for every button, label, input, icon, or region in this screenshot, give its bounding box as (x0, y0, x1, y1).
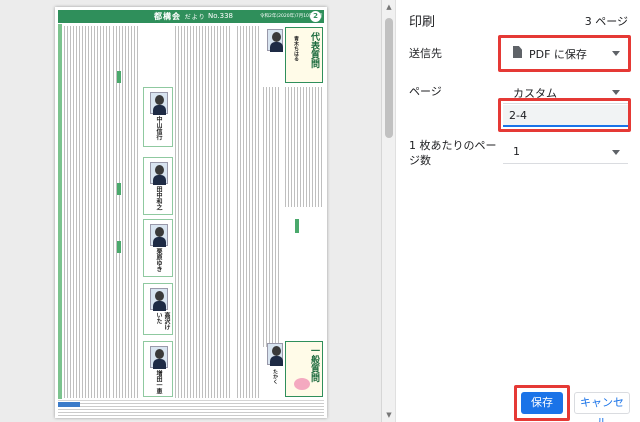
pages-per-sheet-value: 1 (513, 145, 520, 158)
newsletter-footer (58, 400, 324, 416)
preview-page: 都構会 だより No.338 令和2年(2020年)7月10日発行 2 中山信行… (55, 7, 327, 418)
text-column (285, 87, 323, 207)
speaker-name: 栗原ゆき (155, 248, 162, 272)
text-column (263, 87, 281, 347)
text-column (64, 26, 110, 398)
section-heading-box: 一般質問 (285, 341, 323, 397)
newsletter-page-number: 2 (310, 11, 321, 22)
speaker-name: たかく (272, 369, 278, 384)
section-heading: 代表質問 (309, 32, 319, 68)
save-button[interactable]: 保存 (521, 392, 563, 414)
text-column (237, 26, 259, 398)
speaker-name: 田中和之 (155, 186, 162, 210)
pages-per-sheet-select[interactable]: 1 (503, 140, 628, 164)
dropdown-arrow-icon (612, 90, 620, 95)
speaker-name: 増田一恵 (155, 370, 162, 394)
pig-mascot-icon (294, 378, 310, 390)
newsletter-title: 都構会 だより (154, 12, 206, 21)
speaker-name: 高沢けいた (155, 312, 170, 330)
preview-scrollbar[interactable]: ▲ ▼ (382, 0, 396, 422)
scroll-up-arrow-icon[interactable]: ▲ (384, 2, 394, 12)
text-column (175, 26, 231, 398)
speaker-photo (150, 92, 168, 115)
pages-label: ページ (409, 85, 442, 98)
speaker-card: 田中和之 (143, 157, 173, 215)
caption-strip (117, 71, 121, 83)
scroll-down-arrow-icon[interactable]: ▼ (384, 410, 394, 420)
footer-tag (58, 402, 80, 407)
speaker-photo (150, 346, 168, 369)
destination-highlight-box (498, 35, 631, 72)
dropdown-arrow-icon (612, 150, 620, 155)
scroll-thumb[interactable] (385, 18, 393, 138)
speaker-card: 栗原ゆき (143, 219, 173, 277)
newsletter-side-bar (58, 24, 62, 399)
print-preview-area: 都構会 だより No.338 令和2年(2020年)7月10日発行 2 中山信行… (0, 0, 382, 422)
print-dialog-title: 印刷 (409, 15, 436, 30)
newsletter-issue: No.338 (208, 12, 233, 20)
speaker-photo (150, 288, 168, 311)
caption-strip (117, 241, 121, 253)
speaker-card: 増田一恵 (143, 341, 173, 397)
pages-per-sheet-label: 1 枚あたりのページ数 (409, 139, 497, 167)
speaker-photo (267, 343, 283, 366)
cancel-button[interactable]: キャンセル (574, 392, 630, 422)
print-settings-panel: 印刷 3 ページ 送信先 PDF に保存 ページ カスタム 1 枚あたりのページ… (397, 0, 640, 422)
speaker-photo (267, 29, 283, 52)
caption-strip (117, 183, 121, 195)
pages-highlight-box (498, 98, 631, 132)
destination-label: 送信先 (409, 47, 442, 60)
speaker-card: 中山信行 (143, 87, 173, 147)
speaker-photo (150, 224, 168, 247)
section-heading: 一般質問 (309, 346, 319, 382)
page-count: 3 ページ (584, 15, 628, 28)
speaker-photo (150, 162, 168, 185)
speaker-name: 青木ちはる (293, 36, 299, 61)
caption-strip (295, 219, 299, 233)
section-heading-box: 代表質問 青木ちはる (285, 27, 323, 83)
newsletter-header: 都構会 だより No.338 令和2年(2020年)7月10日発行 2 (58, 10, 324, 23)
speaker-card: 高沢けいた (143, 283, 173, 335)
speaker-name: 中山信行 (155, 116, 162, 140)
